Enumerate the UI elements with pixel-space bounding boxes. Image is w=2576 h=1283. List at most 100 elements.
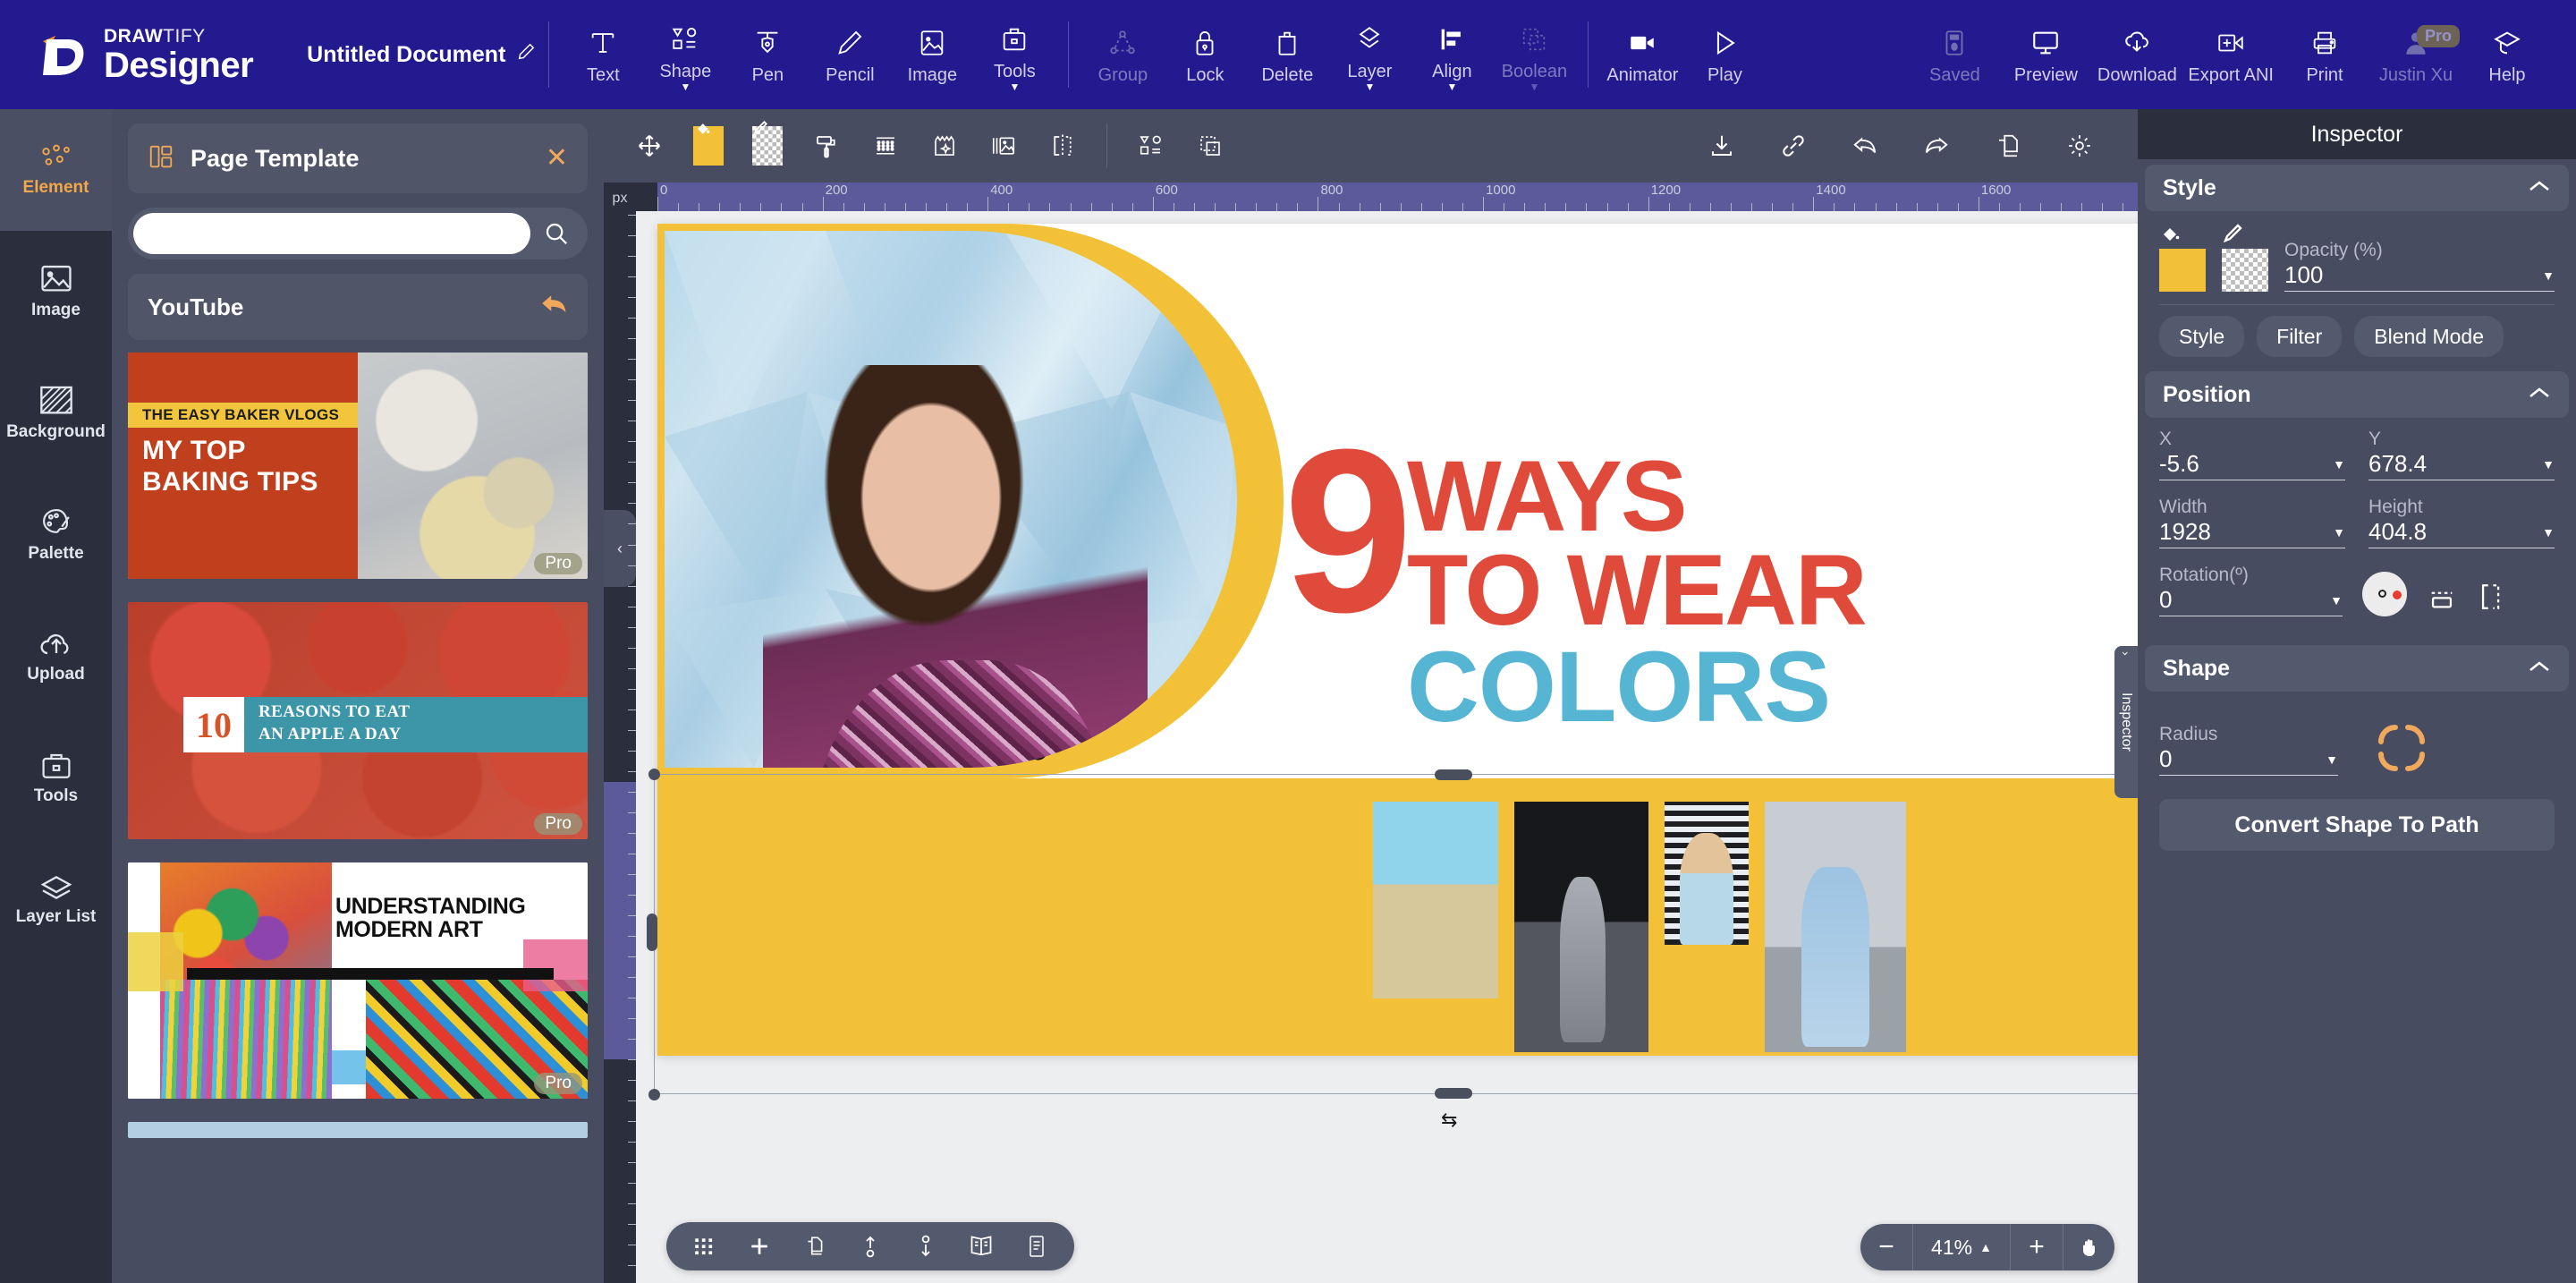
height-input-row[interactable]: 404.8 ▼ bbox=[2368, 518, 2555, 548]
toolbar-lock-button[interactable]: Lock bbox=[1164, 20, 1246, 89]
download-button[interactable] bbox=[1694, 118, 1750, 174]
toolbar-pencil-button[interactable]: Pencil bbox=[809, 20, 891, 89]
paint-roller-tool[interactable] bbox=[799, 118, 854, 174]
convert-shape-to-path-button[interactable]: Convert Shape To Path bbox=[2159, 799, 2555, 851]
template-card-apple[interactable]: 10 REASONS TO EAT AN APPLE A DAY Pro bbox=[128, 602, 588, 839]
filter-button[interactable]: Filter bbox=[2257, 316, 2342, 357]
width-input-row[interactable]: 1928 ▼ bbox=[2159, 518, 2345, 548]
drag-hint-icon[interactable]: ⇆ bbox=[1441, 1109, 1457, 1132]
gallery-tool[interactable] bbox=[976, 118, 1031, 174]
pattern-tool[interactable] bbox=[858, 118, 913, 174]
pages-grid-button[interactable] bbox=[679, 1226, 729, 1267]
add-page-button[interactable] bbox=[734, 1226, 784, 1267]
toolbar-tools-button[interactable]: Tools ▼ bbox=[973, 16, 1055, 93]
duplicate-page-button[interactable] bbox=[790, 1226, 840, 1267]
chevron-down-icon[interactable]: ▼ bbox=[2542, 457, 2555, 472]
y-input-row[interactable]: 678.4 ▼ bbox=[2368, 450, 2555, 480]
zoom-out-button[interactable]: − bbox=[1860, 1224, 1912, 1270]
toolbar-shape-button[interactable]: Shape ▼ bbox=[644, 16, 726, 93]
chevron-down-icon[interactable]: ▼ bbox=[2333, 525, 2345, 540]
redo-button[interactable] bbox=[1909, 118, 1964, 174]
chevron-down-icon[interactable]: ▼ bbox=[2326, 752, 2338, 767]
toolbar-delete-button[interactable]: Delete bbox=[1246, 20, 1328, 89]
toolbar-group-button[interactable]: Group bbox=[1081, 20, 1164, 89]
fill-color-swatch[interactable] bbox=[2159, 249, 2206, 292]
inspector-section-style[interactable]: Style bbox=[2145, 165, 2569, 211]
hand-icon[interactable] bbox=[2063, 1224, 2114, 1270]
toolbar-animator-button[interactable]: Animator bbox=[1601, 20, 1683, 89]
toolbar-export-ani-button[interactable]: Export ANI bbox=[2182, 20, 2279, 89]
toolbar-download-button[interactable]: Download bbox=[2091, 20, 2182, 89]
radius-input-row[interactable]: 0 ▼ bbox=[2159, 745, 2338, 776]
spread-view-button[interactable] bbox=[956, 1226, 1006, 1267]
move-tool[interactable] bbox=[622, 118, 677, 174]
sidebar-item-background[interactable]: Background bbox=[0, 353, 112, 474]
document-title[interactable]: Untitled Document bbox=[307, 42, 536, 68]
inspector-section-position[interactable]: Position bbox=[2145, 371, 2569, 418]
mirror-tool[interactable] bbox=[1035, 118, 1090, 174]
opacity-input-row[interactable]: 100 ▼ bbox=[2284, 261, 2555, 292]
selection-handle-tl[interactable] bbox=[648, 769, 660, 780]
sidebar-item-layer-list[interactable]: Layer List bbox=[0, 839, 112, 961]
horizontal-ruler[interactable]: 0200400600800100012001400160018002000 bbox=[636, 183, 2138, 211]
back-arrow-icon[interactable] bbox=[541, 292, 568, 322]
toolbar-play-button[interactable]: Play bbox=[1683, 20, 1766, 89]
sidebar-item-palette[interactable]: Palette bbox=[0, 474, 112, 596]
rotation-input-row[interactable]: 0 ▼ bbox=[2159, 586, 2343, 616]
artboard-headline-number[interactable]: 9 bbox=[1284, 438, 1413, 625]
vertical-ruler[interactable]: ‹ bbox=[604, 215, 636, 1283]
template-card-partial[interactable] bbox=[128, 1122, 588, 1138]
zoom-in-button[interactable]: + bbox=[2011, 1224, 2063, 1270]
artboard-hero-photo[interactable] bbox=[665, 231, 1237, 768]
toolbar-print-button[interactable]: Print bbox=[2279, 20, 2370, 89]
artboard-headline[interactable]: WAYS TO WEAR COLORS bbox=[1407, 449, 1866, 735]
copy-button[interactable] bbox=[1980, 118, 2036, 174]
duplicate-tool[interactable] bbox=[1182, 118, 1238, 174]
sidebar-item-element[interactable]: Element bbox=[0, 109, 112, 231]
search-input[interactable] bbox=[133, 213, 530, 254]
ruler-collapse-tab[interactable]: ‹ bbox=[604, 510, 636, 587]
stroke-color-swatch[interactable] bbox=[740, 118, 795, 174]
flip-horizontal-icon[interactable] bbox=[2477, 582, 2507, 616]
help-button[interactable]: Help bbox=[2462, 20, 2553, 89]
toolbar-image-button[interactable]: Image bbox=[891, 20, 973, 89]
sidebar-item-tools[interactable]: Tools bbox=[0, 718, 112, 839]
toolbar-saved-button[interactable]: Saved bbox=[1909, 20, 2000, 89]
chevron-up-icon[interactable] bbox=[2528, 658, 2551, 679]
selection-handle-left[interactable] bbox=[647, 913, 657, 951]
toolbar-align-button[interactable]: Align ▼ bbox=[1411, 16, 1493, 93]
canvas-stage[interactable]: 9 WAYS TO WEAR COLORS bbox=[636, 211, 2138, 1283]
close-icon[interactable]: ✕ bbox=[546, 145, 568, 172]
toolbar-preview-button[interactable]: Preview bbox=[2000, 20, 2091, 89]
selection-handle-bottom[interactable] bbox=[1435, 1088, 1472, 1099]
effects-tool[interactable] bbox=[917, 118, 972, 174]
user-account-button[interactable]: Pro Justin Xu bbox=[2370, 20, 2462, 89]
sidebar-item-image[interactable]: Image bbox=[0, 231, 112, 353]
toolbar-text-button[interactable]: Text bbox=[562, 20, 644, 89]
sidebar-item-upload[interactable]: Upload bbox=[0, 596, 112, 718]
chevron-up-icon[interactable] bbox=[2528, 385, 2551, 405]
selection-handle-bl[interactable] bbox=[648, 1089, 660, 1100]
blend-mode-button[interactable]: Blend Mode bbox=[2354, 316, 2504, 357]
x-input-row[interactable]: -5.6 ▼ bbox=[2159, 450, 2345, 480]
chevron-down-icon[interactable]: ▼ bbox=[2542, 525, 2555, 540]
shape-tool[interactable] bbox=[1123, 118, 1179, 174]
chevron-down-icon[interactable]: ▼ bbox=[2330, 593, 2343, 608]
page-list-button[interactable] bbox=[1012, 1226, 1062, 1267]
stroke-color-swatch[interactable] bbox=[2222, 249, 2268, 292]
edit-title-pencil-icon[interactable] bbox=[516, 42, 536, 67]
selection-handle-top[interactable] bbox=[1435, 769, 1472, 780]
toolbar-pen-button[interactable]: Pen bbox=[726, 20, 809, 89]
app-logo[interactable]: DRAWTIFY Designer bbox=[0, 27, 253, 83]
link-button[interactable] bbox=[1766, 118, 1821, 174]
inspector-section-shape[interactable]: Shape bbox=[2145, 645, 2569, 692]
toolbar-layer-button[interactable]: Layer ▼ bbox=[1328, 16, 1411, 93]
toolbar-boolean-button[interactable]: Boolean ▼ bbox=[1493, 16, 1575, 93]
settings-button[interactable] bbox=[2052, 118, 2107, 174]
inspector-toggle-tab[interactable]: › Inspector bbox=[2114, 646, 2138, 798]
undo-button[interactable] bbox=[1837, 118, 1893, 174]
style-button[interactable]: Style bbox=[2159, 316, 2244, 357]
zoom-level-button[interactable]: 41% ▲ bbox=[1912, 1224, 2011, 1270]
search-icon[interactable] bbox=[530, 220, 582, 247]
chevron-down-icon[interactable]: ▼ bbox=[2542, 268, 2555, 283]
